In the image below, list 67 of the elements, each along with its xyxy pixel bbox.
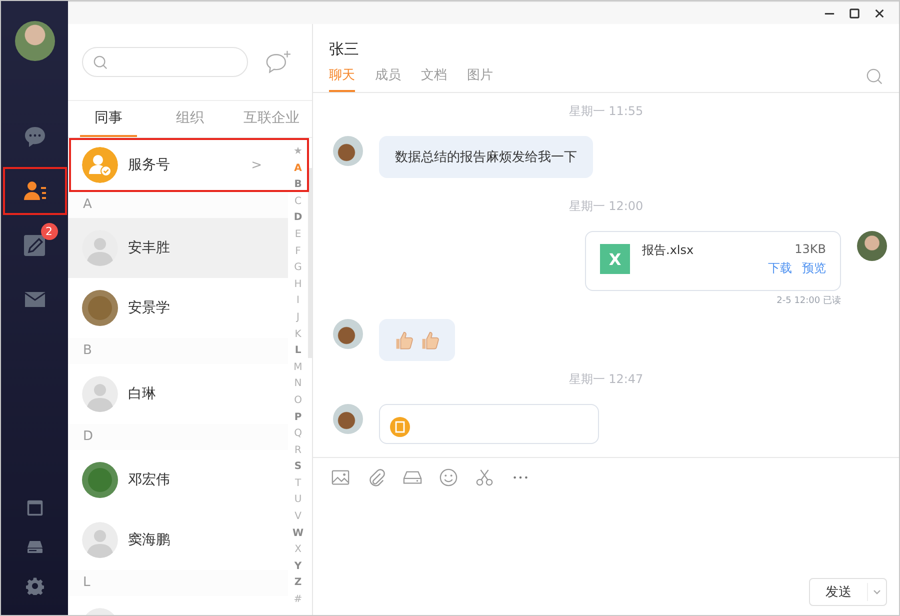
message-bubble: 数据总结的报告麻烦发给我一下 [379,136,593,178]
index-letter[interactable]: L [294,343,302,360]
file-size: 13KB [794,242,826,256]
contact-name: 白琳 [128,385,156,403]
chat-tab[interactable]: 图片 [467,66,493,92]
contacts-icon [22,179,46,203]
scissors-icon[interactable] [475,468,494,486]
index-letter[interactable]: B [294,177,302,194]
contacts-tab[interactable]: 同事 [80,101,138,137]
index-letter[interactable]: Z [294,575,302,592]
search-field[interactable] [82,47,248,77]
file-action-link[interactable]: 下载 [768,260,792,277]
settings-icon[interactable] [26,577,44,595]
send-button[interactable]: 发送 [809,578,887,606]
chat-tab[interactable]: 成员 [375,66,401,92]
approval-card[interactable] [379,404,599,444]
maximize-icon[interactable] [849,8,860,18]
contact-row[interactable]: 安景学 [68,278,288,338]
index-letter[interactable]: D [294,210,302,227]
user-avatar[interactable] [14,21,54,61]
contact-row[interactable]: 白琳 [68,364,288,424]
file-action-link[interactable]: 预览 [802,260,826,277]
search-icon [93,54,108,70]
contact-row[interactable]: 窦海鹏 [68,510,288,570]
default-avatar-icon [82,376,118,412]
file-card[interactable]: X 报告.xlsx 13KB 下载 预览 [585,231,841,291]
new-chat-icon[interactable] [264,50,292,74]
contact-name: 服务号 [128,156,170,174]
contact-row[interactable]: 服务号 > [68,138,288,192]
drive-icon[interactable] [26,538,44,556]
timestamp: 星期一 12:00 [568,198,644,215]
smiley-icon[interactable] [439,468,458,486]
contact-name: 安丰胜 [128,239,170,257]
contact-name: 窦海鹏 [128,531,170,549]
image-icon[interactable] [331,468,350,486]
close-icon[interactable] [874,8,885,18]
chat-tab[interactable]: 聊天 [329,66,355,92]
pencil-note-icon [22,233,46,257]
service-account-icon [82,147,118,183]
index-letter[interactable]: S [294,459,302,476]
contact-name: 邓宏伟 [128,471,170,489]
approval-icon [390,417,410,437]
contacts-tab[interactable]: 互联企业 [242,101,300,137]
nav-item[interactable]: 2 [2,221,66,269]
chevron: > [251,158,262,172]
default-avatar-icon [82,522,118,558]
contact-name: 安景学 [128,299,170,317]
chat-bubble-icon [22,125,46,149]
contacts-tab[interactable]: 组织 [161,101,219,137]
contact-row[interactable]: 安丰胜 [68,218,288,278]
chat-tab[interactable]: 文档 [421,66,447,92]
index-letter[interactable]: A [294,160,302,178]
contact-row[interactable]: 邓宏伟 [68,450,288,510]
search-icon[interactable] [866,68,883,84]
index-letter[interactable]: Y [294,558,302,576]
read-receipt: 2-5 12:00 已读 [776,294,841,307]
unread-badge: 2 [40,223,58,240]
nav-item[interactable] [2,167,66,215]
paperclip-icon[interactable] [367,468,386,486]
timestamp: 星期一 11:55 [568,103,644,120]
spreadsheet-file-icon: X [600,244,630,274]
file-name: 报告.xlsx [642,242,694,259]
index-letter[interactable]: W [292,526,304,542]
chat-title: 张三 [329,40,360,60]
timestamp: 星期一 12:47 [568,371,644,388]
window-icon[interactable] [26,499,44,517]
index-letter[interactable]: P [294,410,302,426]
